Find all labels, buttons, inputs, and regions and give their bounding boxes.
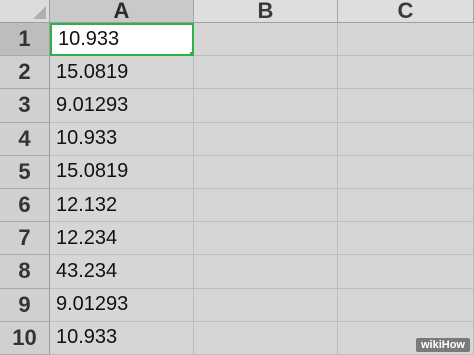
row-header-1[interactable]: 1 [0,23,50,57]
cell-c8[interactable] [338,255,474,289]
cell-a6[interactable]: 12.132 [50,188,194,223]
cell-b6[interactable] [194,188,338,223]
cell-c4[interactable] [338,122,474,156]
select-all-corner[interactable] [0,0,50,23]
cell-b5[interactable] [194,155,338,189]
cell-a1[interactable]: 10.933 [50,23,194,57]
row-header-4[interactable]: 4 [0,122,50,156]
column-header-c[interactable]: C [338,0,474,23]
cell-c9[interactable] [338,288,474,322]
cell-b10[interactable] [194,321,338,355]
cell-c3[interactable] [338,89,474,123]
cell-b4[interactable] [194,122,338,156]
cell-a1-value: 10.933 [58,28,120,51]
column-header-b[interactable]: B [194,0,338,23]
cell-b7[interactable] [194,222,338,256]
cell-b2[interactable] [194,56,338,90]
cell-a4[interactable]: 10.933 [50,122,194,156]
cell-b1[interactable] [194,23,338,57]
wikihow-watermark: wikiHow [415,338,470,352]
cell-c2[interactable] [338,56,474,90]
row-header-2[interactable]: 2 [0,56,50,90]
cell-c7[interactable] [338,222,474,256]
cell-b8[interactable] [194,255,338,289]
cell-a7[interactable]: 12.234 [50,222,194,256]
row-header-6[interactable]: 6 [0,188,50,223]
row-header-8[interactable]: 8 [0,255,50,289]
spreadsheet-grid: A B C 1 10.933 2 15.0819 3 9.01293 4 10.… [0,0,474,355]
cell-b3[interactable] [194,89,338,123]
row-header-5[interactable]: 5 [0,155,50,189]
cell-a8[interactable]: 43.234 [50,255,194,289]
cell-a2[interactable]: 15.0819 [50,56,194,90]
cell-c1[interactable] [338,23,474,57]
cell-c6[interactable] [338,188,474,223]
cell-a10[interactable]: 10.933 [50,321,194,355]
select-all-triangle-icon [33,6,46,19]
column-header-a[interactable]: A [50,0,194,23]
row-header-3[interactable]: 3 [0,89,50,123]
cell-a3[interactable]: 9.01293 [50,89,194,123]
row-header-9[interactable]: 9 [0,288,50,322]
row-header-10[interactable]: 10 [0,321,50,355]
cell-a5[interactable]: 15.0819 [50,155,194,189]
row-header-7[interactable]: 7 [0,222,50,256]
fill-handle[interactable] [189,51,192,55]
cell-b9[interactable] [194,288,338,322]
cell-a9[interactable]: 9.01293 [50,288,194,322]
cell-c5[interactable] [338,155,474,189]
